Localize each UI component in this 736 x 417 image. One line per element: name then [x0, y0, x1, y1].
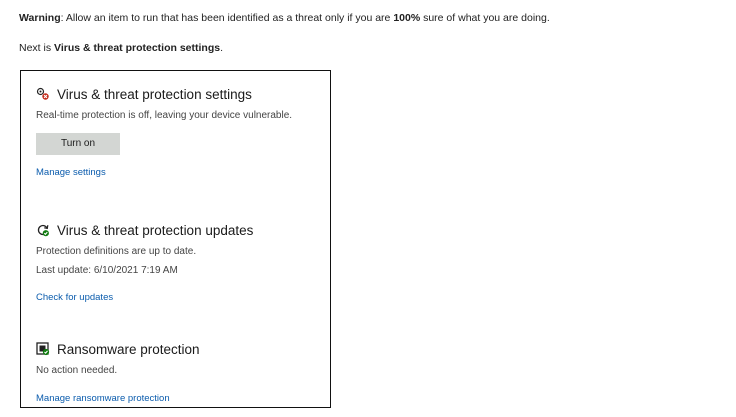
- warning-text-1: : Allow an item to run that has been ide…: [60, 12, 394, 24]
- next-suffix: .: [220, 42, 224, 54]
- ransomware-title: Ransomware protection: [57, 341, 200, 357]
- virus-updates-description: Protection definitions are up to date.: [36, 246, 197, 257]
- manage-ransomware-link[interactable]: Manage ransomware protection: [36, 393, 322, 404]
- virus-settings-section: Virus & threat protection settings Real-…: [36, 85, 322, 178]
- virus-updates-heading: Virus & threat protection updates: [36, 221, 322, 239]
- warning-text-2: sure of what you are doing.: [420, 12, 550, 24]
- virus-updates-title: Virus & threat protection updates: [57, 222, 254, 238]
- turn-on-button[interactable]: Turn on: [36, 133, 120, 155]
- virus-settings-heading: Virus & threat protection settings: [36, 85, 322, 103]
- virus-settings-title: Virus & threat protection settings: [57, 86, 252, 102]
- next-paragraph: Next is Virus & threat protection settin…: [19, 41, 223, 55]
- ransomware-section: Ransomware protection No action needed. …: [36, 340, 322, 405]
- check-for-updates-link[interactable]: Check for updates: [36, 292, 322, 303]
- ransomware-heading: Ransomware protection: [36, 340, 322, 358]
- last-update-text: Last update: 6/10/2021 7:19 AM: [36, 265, 178, 276]
- refresh-check-icon: [36, 223, 50, 237]
- warning-label: Warning: [19, 12, 61, 24]
- ransomware-shield-icon: [36, 342, 50, 356]
- manage-settings-link[interactable]: Manage settings: [36, 167, 322, 178]
- next-prefix: Next is: [19, 42, 55, 54]
- warning-paragraph: Warning: Allow an item to run that has b…: [19, 11, 550, 25]
- next-bold: Virus & threat protection settings: [54, 42, 221, 54]
- virus-settings-icon: [36, 87, 50, 101]
- security-screenshot-panel: Virus & threat protection settings Real-…: [20, 70, 331, 408]
- virus-settings-description: Real-time protection is off, leaving you…: [36, 110, 293, 121]
- ransomware-description: No action needed.: [36, 365, 118, 376]
- virus-updates-section: Virus & threat protection updates Protec…: [36, 221, 322, 304]
- warning-bold: 100%: [393, 12, 421, 24]
